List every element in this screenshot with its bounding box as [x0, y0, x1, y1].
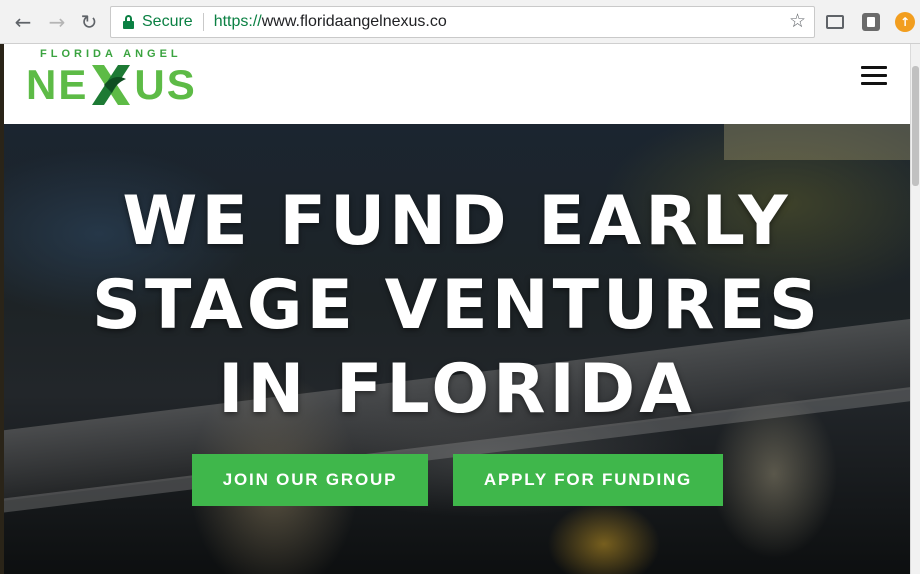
- pocket-extension-icon[interactable]: [860, 11, 882, 33]
- hero-headline-line-1: WE FUND EARLY: [122, 182, 792, 261]
- join-our-group-button[interactable]: JOIN OUR GROUP: [192, 454, 428, 506]
- logo-tagline: FLORIDA ANGEL: [40, 48, 182, 60]
- hamburger-menu-icon[interactable]: [861, 66, 887, 86]
- url-host: www.floridaangelnexus.co: [261, 13, 447, 30]
- logo-text-left: NE: [26, 61, 89, 108]
- logo-text-right: US: [134, 61, 197, 108]
- upload-extension-icon[interactable]: ↑: [894, 11, 916, 33]
- site-header: FLORIDA ANGEL NE US: [4, 44, 910, 124]
- hero-section: WE FUND EARLY STAGE VENTURES IN FLORIDA …: [4, 124, 910, 574]
- cast-icon[interactable]: [824, 11, 846, 33]
- forward-arrow-icon[interactable]: →: [44, 9, 70, 35]
- lock-icon: [123, 15, 134, 29]
- site-logo[interactable]: FLORIDA ANGEL NE US: [26, 48, 201, 112]
- address-bar[interactable]: Secure https://www.floridaangelnexus.co …: [110, 6, 815, 38]
- page-scrollbar[interactable]: [910, 44, 920, 574]
- address-divider: [202, 13, 204, 31]
- back-arrow-icon[interactable]: ←: [10, 9, 36, 35]
- hero-headline: WE FUND EARLY STAGE VENTURES IN FLORIDA: [4, 180, 910, 432]
- logo-x-mark-icon: [92, 65, 131, 105]
- browser-toolbar: ← → ↻ Secure https://www.floridaangelnex…: [0, 0, 920, 44]
- logo-wordmark: NE US: [26, 60, 197, 110]
- scrollbar-thumb[interactable]: [912, 66, 919, 186]
- secure-label: Secure: [142, 13, 193, 30]
- bookmark-star-icon[interactable]: ☆: [789, 10, 806, 32]
- reload-icon[interactable]: ↻: [76, 9, 102, 35]
- url-text[interactable]: https://www.floridaangelnexus.co: [214, 13, 447, 31]
- apply-for-funding-button[interactable]: APPLY FOR FUNDING: [453, 454, 723, 506]
- background-building: [724, 124, 910, 160]
- hero-headline-line-3: IN FLORIDA: [218, 350, 696, 429]
- url-scheme: https://: [213, 13, 262, 30]
- hero-headline-line-2: STAGE VENTURES: [91, 266, 823, 345]
